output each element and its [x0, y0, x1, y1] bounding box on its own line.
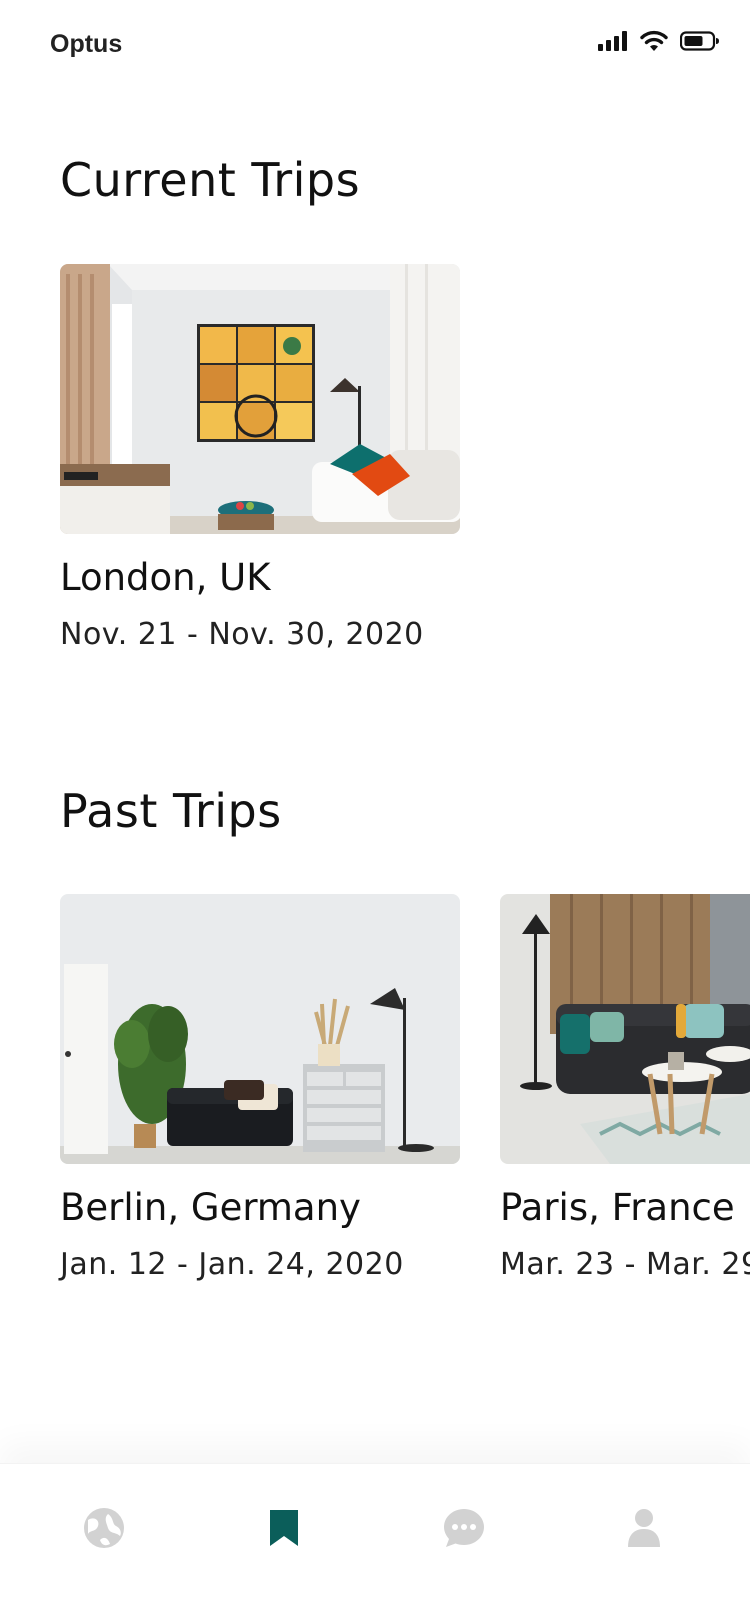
battery-icon — [680, 31, 719, 51]
trip-name: London, UK — [60, 556, 271, 599]
trip-card-berlin[interactable]: Berlin, Germany Jan. 12 - Jan. 24, 2020 — [60, 894, 460, 1282]
bottom-tab-bar — [0, 1463, 750, 1624]
trip-dates: Nov. 21 - Nov. 30, 2020 — [60, 617, 424, 652]
trip-name: Paris, France — [500, 1186, 735, 1229]
trip-photo-london — [60, 264, 460, 534]
status-icons — [598, 30, 720, 52]
trip-card-paris[interactable]: Paris, France Mar. 23 - Mar. 29, 2020 — [500, 894, 750, 1282]
trip-photo-paris — [500, 894, 750, 1164]
past-trips-title: Past Trips — [60, 784, 282, 838]
carrier-label: Optus — [50, 30, 123, 58]
trip-card-london[interactable]: London, UK Nov. 21 - Nov. 30, 2020 — [60, 264, 460, 652]
wifi-icon — [640, 30, 668, 51]
tab-messages[interactable] — [436, 1500, 492, 1556]
bookmark-icon — [270, 1510, 298, 1546]
status-bar: Optus — [0, 0, 750, 92]
cellular-signal-icon — [598, 31, 627, 51]
tab-explore[interactable] — [76, 1500, 132, 1556]
chat-icon — [444, 1509, 484, 1547]
trip-name: Berlin, Germany — [60, 1186, 361, 1229]
profile-icon — [628, 1509, 660, 1547]
trip-photo-berlin — [60, 894, 460, 1164]
tab-profile[interactable] — [616, 1500, 672, 1556]
globe-icon — [84, 1508, 124, 1548]
past-trips-carousel[interactable]: Berlin, Germany Jan. 12 - Jan. 24, 2020 — [0, 894, 750, 1294]
current-trips-title: Current Trips — [60, 153, 361, 207]
trip-dates: Jan. 12 - Jan. 24, 2020 — [60, 1247, 404, 1282]
trip-dates: Mar. 23 - Mar. 29, 2020 — [500, 1247, 750, 1282]
tab-trips[interactable] — [256, 1500, 312, 1556]
